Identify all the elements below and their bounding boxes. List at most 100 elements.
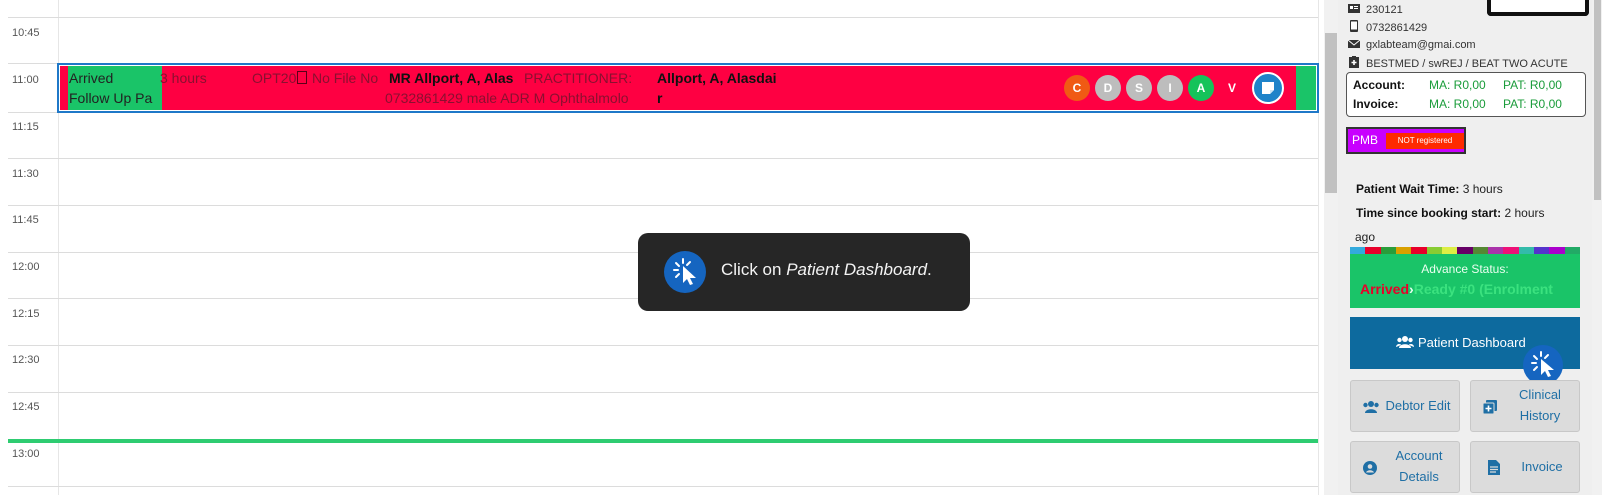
email: gxlabteam@gmai.com xyxy=(1366,39,1476,51)
note-icon[interactable] xyxy=(1252,72,1284,104)
account-details-button[interactable]: Account Details xyxy=(1350,441,1460,493)
time-label: 12:30 xyxy=(12,354,40,366)
medical-clipboard-icon xyxy=(1348,56,1360,68)
cursor-icon-svg xyxy=(673,258,696,285)
stripe-segment xyxy=(1564,247,1580,254)
invoice-document-icon xyxy=(1488,460,1502,475)
patient-wait-time: Patient Wait Time: 3 hours xyxy=(1356,182,1503,196)
appointment-status: Arrived xyxy=(69,70,114,86)
stripe-segment xyxy=(1350,247,1366,254)
appointment-code: OPT20 xyxy=(252,70,297,86)
clinical-history-label-1: Clinical xyxy=(1519,387,1561,402)
appointment-details: 0732861429 male ADR M Ophthalmolo xyxy=(385,90,629,106)
time-label: 11:30 xyxy=(12,168,39,180)
pill-a-button[interactable]: A xyxy=(1188,75,1214,101)
practitioner-name-wrap: r xyxy=(657,90,663,106)
stripe-segment xyxy=(1503,247,1519,254)
appointment-file: No File No xyxy=(312,70,379,86)
stripe-segment xyxy=(1441,247,1458,254)
email-row: gxlabteam@gmai.com xyxy=(1347,39,1476,51)
advance-status-button[interactable]: Advance Status: Arrived›Ready #0 (Enrolm… xyxy=(1350,254,1580,308)
click-cursor-icon xyxy=(1523,345,1563,385)
appointment-end-cell xyxy=(1296,66,1316,110)
medical-aid: BESTMED / swREJ / BEAT TWO ACUTE xyxy=(1366,58,1568,70)
pill-c-button[interactable]: C xyxy=(1064,75,1090,101)
click-cursor-icon xyxy=(664,251,706,293)
invoice-ma: MA: R0,00 xyxy=(1429,97,1486,111)
id-number-row: 230121 xyxy=(1348,3,1403,16)
id-number: 230121 xyxy=(1366,4,1403,16)
stripe-segment xyxy=(1426,247,1442,254)
appointment-patient-name[interactable]: MR Allport, A, Alas xyxy=(389,70,513,86)
appointment-visit-type: Follow Up Pa xyxy=(69,90,153,106)
slot-line[interactable] xyxy=(8,205,1318,206)
slot-line[interactable] xyxy=(8,158,1318,159)
stripe-segment xyxy=(1487,247,1504,254)
practitioner-label: PRACTITIONER: xyxy=(524,70,633,86)
account-label: Account: xyxy=(1353,78,1405,92)
patient-dashboard-label: Patient Dashboard xyxy=(1418,335,1526,350)
file-icon xyxy=(297,71,307,84)
calendar-scrollbar-thumb[interactable] xyxy=(1325,33,1337,193)
slot-line[interactable] xyxy=(8,392,1318,393)
users-icon xyxy=(1362,400,1380,414)
invoice-button[interactable]: Invoice xyxy=(1470,441,1580,493)
mobile-phone-icon xyxy=(1348,20,1360,32)
invoice-pat: PAT: R0,00 xyxy=(1503,97,1562,111)
slot-line xyxy=(8,17,1318,18)
debtor-edit-button[interactable]: Debtor Edit xyxy=(1350,380,1460,432)
pmb-status: PMB NOT registered xyxy=(1346,127,1466,154)
time-label: 12:45 xyxy=(12,401,40,413)
debtor-edit-label: Debtor Edit xyxy=(1385,398,1451,413)
pill-v-button[interactable]: V xyxy=(1219,75,1245,101)
panel-scrollbar-thumb[interactable] xyxy=(1594,0,1601,200)
time-label: 11:45 xyxy=(12,214,39,226)
id-card-icon xyxy=(1348,3,1360,14)
time-label: 11:00 xyxy=(12,74,39,86)
advance-status-title: Advance Status: xyxy=(1421,262,1509,276)
cursor-icon-svg xyxy=(1531,351,1554,377)
booking-suffix: ago xyxy=(1355,230,1376,244)
phone-row: 0732861429 xyxy=(1348,20,1427,34)
account-details-label-1: Account xyxy=(1395,448,1443,463)
appointment-block[interactable]: Arrived Follow Up Pa 3 hours OPT20 No Fi… xyxy=(60,66,1316,110)
wait-label: Patient Wait Time: xyxy=(1356,182,1460,196)
current-time-line xyxy=(8,439,1318,443)
users-icon xyxy=(1396,335,1414,352)
slot-line[interactable] xyxy=(8,486,1318,487)
slot-line[interactable] xyxy=(8,345,1318,346)
clinical-history-icon xyxy=(1482,400,1497,415)
tooltip-target: Patient Dashboard xyxy=(786,260,928,279)
pill-d-button[interactable]: D xyxy=(1095,75,1121,101)
invoice-label: Invoice xyxy=(1521,459,1563,474)
pill-s-button[interactable]: S xyxy=(1126,75,1152,101)
advance-next-status: Ready #0 (Enrolment xyxy=(1413,281,1553,297)
envelope-icon xyxy=(1347,39,1361,50)
patient-photo-frame xyxy=(1487,0,1589,16)
account-summary: Account: MA: R0,00 PAT: R0,00 Invoice: M… xyxy=(1346,72,1586,117)
pmb-registration-badge: NOT registered xyxy=(1386,133,1464,149)
clinical-history-button[interactable]: Clinical History xyxy=(1470,380,1580,432)
appointment-wait: 3 hours xyxy=(160,70,207,86)
stripe-segment xyxy=(1472,247,1488,254)
tooltip-text: Click on Patient Dashboard. xyxy=(721,260,932,280)
invoice-label: Invoice: xyxy=(1353,97,1399,111)
account-pat: PAT: R0,00 xyxy=(1503,78,1562,92)
stripe-segment xyxy=(1380,247,1396,254)
time-label: 11:15 xyxy=(12,121,39,133)
booking-label: Time since booking start: xyxy=(1356,206,1502,220)
time-label: 13:00 xyxy=(12,448,40,460)
stripe-segment xyxy=(1411,247,1427,254)
stripe-segment xyxy=(1395,247,1412,254)
time-since-booking: Time since booking start: 2 hours xyxy=(1356,206,1545,220)
advance-current-status: Arrived xyxy=(1360,281,1410,297)
time-label: 12:00 xyxy=(12,261,40,273)
user-circle-icon xyxy=(1363,461,1377,475)
phone-number: 0732861429 xyxy=(1366,22,1428,34)
status-color-stripe xyxy=(1350,247,1580,254)
booking-value: 2 hours xyxy=(1504,206,1545,220)
pmb-label: PMB xyxy=(1352,133,1379,147)
stripe-segment xyxy=(1549,247,1565,254)
stripe-segment xyxy=(1518,247,1534,254)
pill-i-button[interactable]: I xyxy=(1157,75,1183,101)
